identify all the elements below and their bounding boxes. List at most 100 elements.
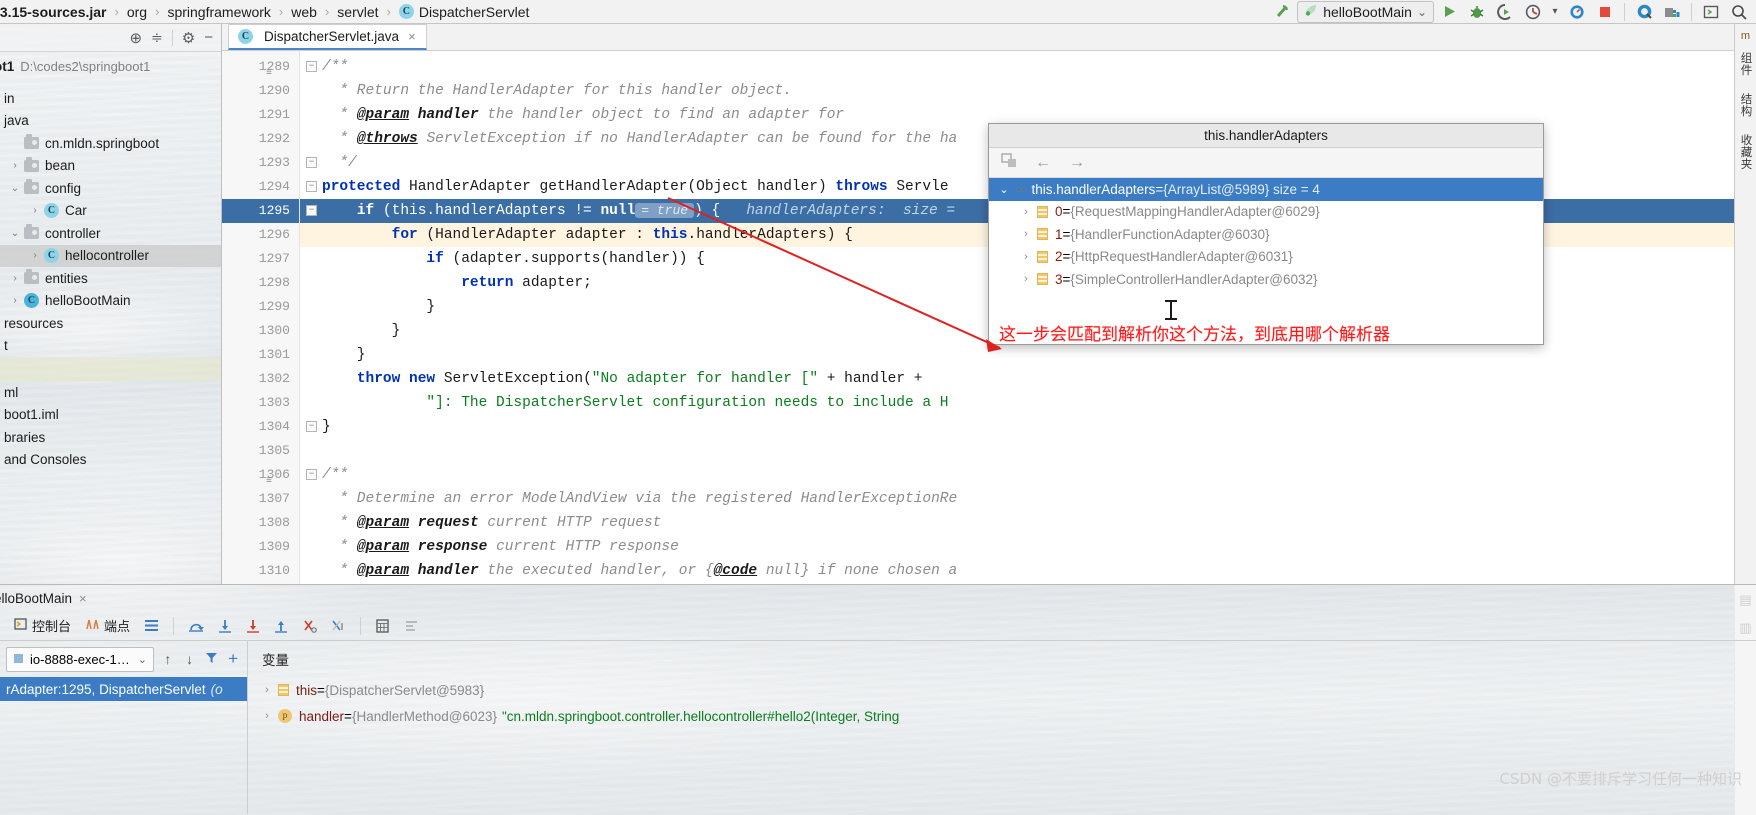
hide-panel-icon[interactable]: − <box>204 29 213 46</box>
settings-gear-icon[interactable]: ⚙ <box>182 29 195 47</box>
editor-tab-dispatcherservlet[interactable]: C DispatcherServlet.java × <box>228 24 427 50</box>
tree-item-resources[interactable]: resources <box>0 312 221 335</box>
code-line[interactable]: } <box>300 343 1756 367</box>
line-number[interactable]: 1300 <box>222 319 299 343</box>
search-everywhere-icon[interactable] <box>1726 1 1752 23</box>
rail-tab-components[interactable]: 组件 <box>1736 45 1756 83</box>
breadcrumb-item-dispatcherservlet[interactable]: C DispatcherServlet <box>396 0 533 24</box>
step-over-button[interactable] <box>182 613 210 639</box>
breadcrumb-item-springframework[interactable]: springframework <box>164 0 273 24</box>
chevron-right-icon[interactable]: › <box>256 710 278 722</box>
line-number[interactable]: 1296 <box>222 223 299 247</box>
chevron-right-icon[interactable]: › <box>1015 251 1037 263</box>
drop-frame-button[interactable] <box>296 613 323 639</box>
line-number[interactable]: 1305 <box>222 439 299 463</box>
maven-icon[interactable]: m <box>1741 30 1750 42</box>
line-number[interactable]: 1294 <box>222 175 299 199</box>
code-line[interactable]: * @param response current HTTP response <box>300 535 1756 559</box>
line-number[interactable]: 1295 <box>222 199 299 223</box>
code-fold-icon[interactable]: − <box>306 205 317 216</box>
project-root-row[interactable]: ot1 D:\codes2\springboot1 <box>0 55 221 77</box>
back-arrow-icon[interactable]: ← <box>1033 154 1053 172</box>
breadcrumb-item-jar[interactable]: .3.15-sources.jar <box>0 0 110 24</box>
line-number[interactable]: 1290 <box>222 79 299 103</box>
line-number-gutter[interactable]: 1289 ≡ 1290 1291 1292 1293 1294 1295 1296 1297 129… <box>222 51 300 584</box>
step-into-button[interactable] <box>212 613 238 639</box>
step-out-button[interactable] <box>268 613 294 639</box>
attach-debugger-icon[interactable] <box>1564 1 1590 23</box>
profiler-icon[interactable] <box>1520 1 1546 23</box>
filter-icon[interactable] <box>204 651 220 667</box>
chevron-down-icon[interactable]: ⌄ <box>6 228 24 239</box>
collapse-all-icon[interactable]: ≑ <box>151 29 163 46</box>
thread-selector[interactable]: io-8888-exec-1"... ⌄ <box>6 646 154 672</box>
evaluate-expression-icon[interactable] <box>999 152 1019 173</box>
code-fold-icon[interactable]: − <box>306 157 317 168</box>
line-number[interactable]: 1301 <box>222 343 299 367</box>
variable-row-handler[interactable]: › p handler = {HandlerMethod@6023} "cn.m… <box>248 703 1756 729</box>
tree-item-in[interactable]: in <box>0 87 221 110</box>
frame-up-icon[interactable]: ↑ <box>160 651 176 667</box>
chevron-down-icon[interactable]: ⌄ <box>993 183 1015 196</box>
code-line[interactable]: throw new ServletException("No adapter f… <box>300 367 1756 391</box>
line-number[interactable]: 1308 <box>222 511 299 535</box>
rail-tab-structure[interactable]: 结构 <box>1736 86 1756 124</box>
variable-row-this[interactable]: › this = {DispatcherServlet@5983} <box>248 677 1756 703</box>
popup-variable-row[interactable]: › 0 = {RequestMappingHandlerAdapter@6029} <box>989 201 1543 224</box>
code-fold-icon[interactable]: − <box>306 469 317 480</box>
popup-variable-row[interactable]: ⌄ ○○ this.handlerAdapters = {ArrayList@598… <box>989 178 1543 201</box>
evaluate-expression-button[interactable] <box>369 613 396 639</box>
chevron-right-icon[interactable]: › <box>6 273 24 284</box>
line-number[interactable]: 1298 <box>222 271 299 295</box>
tree-item-ml[interactable]: ml <box>0 381 221 404</box>
line-number[interactable]: 1299 <box>222 295 299 319</box>
line-number[interactable]: 1291 <box>222 103 299 127</box>
layout-settings-button[interactable] <box>138 613 165 639</box>
chevron-right-icon[interactable]: › <box>26 205 44 216</box>
line-number[interactable]: 1302 <box>222 367 299 391</box>
tree-item-car[interactable]: › C Car <box>0 200 221 223</box>
run-icon[interactable] <box>1436 1 1462 23</box>
chevron-right-icon[interactable]: › <box>6 295 24 306</box>
code-fold-icon[interactable]: − <box>306 421 317 432</box>
run-coverage-icon[interactable] <box>1492 1 1518 23</box>
tree-item-libraries[interactable]: braries <box>0 426 221 449</box>
code-line[interactable]: "]: The DispatcherServlet configuration … <box>300 391 1756 415</box>
tree-item-entities[interactable]: › entities <box>0 267 221 290</box>
debug-tab-helloBootMain[interactable]: elloBootMain × <box>0 585 97 611</box>
console-button[interactable]: 控制台 <box>8 613 77 639</box>
popup-variable-row[interactable]: › 3 = {SimpleControllerHandlerAdapter@603… <box>989 268 1543 291</box>
line-number[interactable]: 1306 ≡ <box>222 463 299 487</box>
forward-arrow-icon[interactable]: → <box>1067 154 1087 172</box>
debugger-value-popup[interactable]: this.handlerAdapters ← → ⌄ ○○ this.handler… <box>988 123 1544 345</box>
line-number[interactable]: 1303 <box>222 391 299 415</box>
run-to-cursor-button[interactable] <box>325 613 352 639</box>
popup-variable-row[interactable]: › 1 = {HandlerFunctionAdapter@6030} <box>989 223 1543 246</box>
line-number[interactable]: 1310 <box>222 559 299 583</box>
code-line[interactable]: * @param request current HTTP request <box>300 511 1756 535</box>
chevron-right-icon[interactable]: › <box>1015 206 1037 218</box>
close-icon[interactable]: × <box>79 591 87 606</box>
endpoints-button[interactable]: 端点 <box>79 613 136 639</box>
run-configuration-selector[interactable]: helloBootMain ⌄ <box>1297 0 1434 23</box>
tree-item-config[interactable]: ⌄ config <box>0 177 221 200</box>
tree-item-controller[interactable]: ⌄ controller <box>0 222 221 245</box>
stop-icon[interactable] <box>1592 1 1618 23</box>
code-line[interactable]: /** − <box>300 55 1756 79</box>
breadcrumb-item-web[interactable]: web <box>288 0 320 24</box>
tree-item-helloBootMain[interactable]: › C helloBootMain <box>0 290 221 313</box>
services-icon[interactable] <box>1659 1 1685 23</box>
line-number[interactable]: 1309 <box>222 535 299 559</box>
line-number[interactable]: 1304 <box>222 415 299 439</box>
selected-stack-frame[interactable]: rAdapter:1295, DispatcherServlet (o <box>0 677 247 701</box>
tree-item-scratches-consoles[interactable]: and Consoles <box>0 449 221 472</box>
popup-variable-row[interactable]: › 2 = {HttpRequestHandlerAdapter@6031} <box>989 246 1543 269</box>
code-line[interactable]: } − <box>300 415 1756 439</box>
frame-down-icon[interactable]: ↓ <box>182 651 198 667</box>
chevron-right-icon[interactable]: › <box>1015 228 1037 240</box>
locate-target-icon[interactable]: ⊕ <box>129 29 142 47</box>
line-number[interactable]: 1297 <box>222 247 299 271</box>
line-number[interactable]: 1293 <box>222 151 299 175</box>
code-fold-icon[interactable]: − <box>306 181 317 192</box>
debug-icon[interactable] <box>1464 1 1490 23</box>
